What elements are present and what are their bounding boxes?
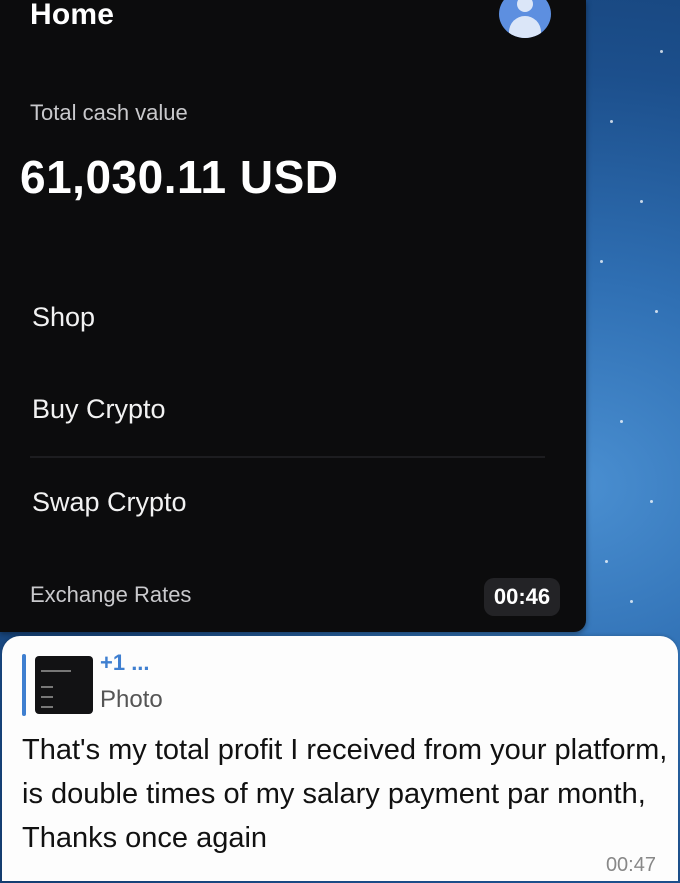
exchange-rates-link[interactable]: Exchange Rates bbox=[30, 582, 191, 608]
menu-item-buy-crypto[interactable]: Buy Crypto bbox=[32, 394, 166, 425]
divider bbox=[30, 456, 545, 458]
video-timestamp: 00:46 bbox=[484, 578, 560, 616]
menu-item-shop[interactable]: Shop bbox=[32, 302, 95, 333]
menu-item-swap-crypto[interactable]: Swap Crypto bbox=[32, 487, 187, 518]
avatar-icon[interactable] bbox=[499, 0, 551, 38]
reply-quote-bar bbox=[22, 654, 26, 716]
message-text: That's my total profit I received from y… bbox=[22, 734, 668, 854]
chat-message-bubble[interactable]: +1 ... Photo That's my total profit I re… bbox=[2, 636, 678, 881]
reply-sender-name: +1 ... bbox=[100, 650, 150, 675]
reply-media-type: Photo bbox=[100, 686, 163, 713]
reply-photo-thumbnail[interactable] bbox=[35, 656, 93, 714]
page-title: Home bbox=[30, 0, 115, 31]
wallet-screenshot: Home Total cash value 61,030.11 USD Shop… bbox=[0, 0, 586, 632]
total-cash-value: 61,030.11 USD bbox=[20, 151, 339, 203]
message-timestamp: 00:47 bbox=[605, 854, 656, 876]
total-cash-label: Total cash value bbox=[30, 100, 188, 125]
